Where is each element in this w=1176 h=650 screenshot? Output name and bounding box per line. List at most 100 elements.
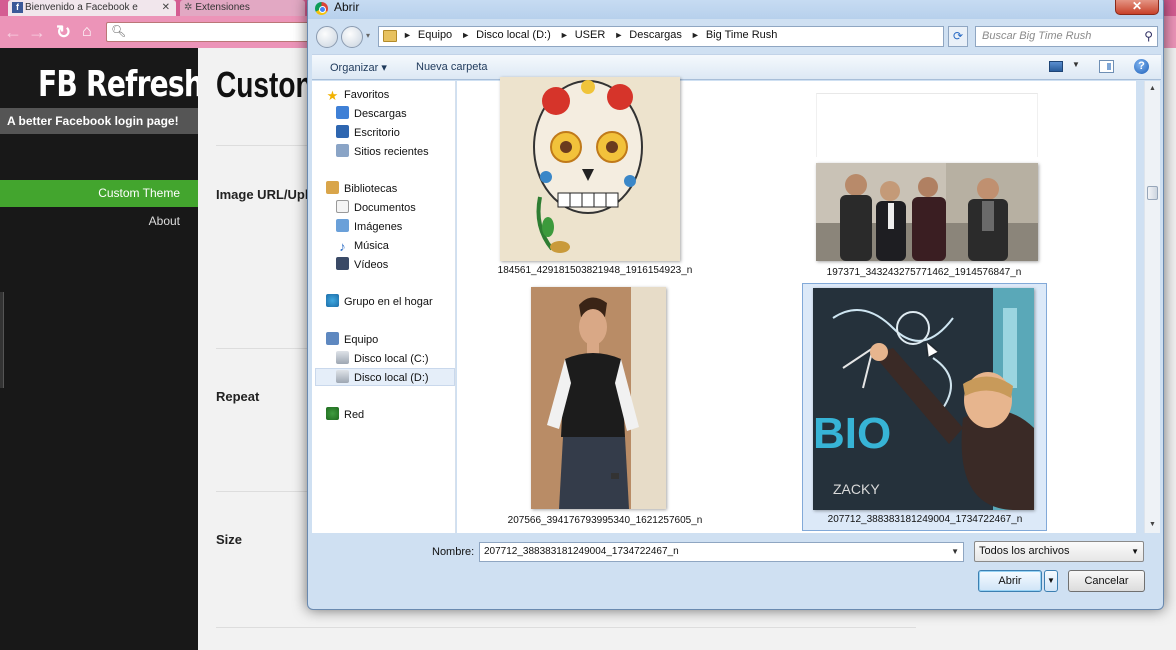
new-folder-button[interactable]: Nueva carpeta: [416, 61, 488, 73]
options-sidebar: FB Refresh A better Facebook login page!…: [0, 48, 204, 650]
nav-disco-c[interactable]: Disco local (C:): [336, 350, 429, 368]
chevron-right-icon[interactable]: ►: [560, 30, 569, 40]
recent-locations-icon[interactable]: ▾: [366, 31, 370, 40]
breadcrumb-descargas[interactable]: Descargas: [629, 29, 682, 41]
scroll-up-icon[interactable]: ▲: [1149, 85, 1156, 92]
nav-grupo-hogar[interactable]: Grupo en el hogar: [326, 293, 433, 311]
libraries-icon: [326, 181, 339, 194]
nav-bibliotecas[interactable]: Bibliotecas: [326, 180, 397, 198]
file-item[interactable]: 207566_394176793995340_1621257605_n: [487, 283, 727, 529]
chevron-down-icon[interactable]: ▼: [951, 543, 959, 561]
nav-equipo[interactable]: Equipo: [326, 331, 378, 349]
nav-escritorio[interactable]: Escritorio: [336, 124, 400, 142]
search-placeholder: Buscar Big Time Rush: [982, 30, 1092, 42]
brand-title: FB Refresh: [38, 64, 204, 105]
search-icon: 🔍︎: [111, 24, 127, 38]
nav-label: Equipo: [344, 334, 379, 346]
nav-sitios-recientes[interactable]: Sitios recientes: [336, 143, 429, 161]
nav-label: Sitios recientes: [354, 146, 429, 158]
nav-label: Vídeos: [354, 259, 389, 271]
back-arrow-icon[interactable]: ←: [4, 21, 22, 43]
breadcrumb[interactable]: ► Equipo ► Disco local (D:) ► USER ► Descarg…: [378, 26, 1009, 47]
nav-label: Red: [344, 409, 365, 421]
chevron-right-icon[interactable]: ►: [461, 30, 470, 40]
file-thumbnail: [531, 287, 666, 509]
tab-close-icon[interactable]: ✕: [162, 0, 170, 16]
svg-text:BIO: BIO: [813, 409, 891, 458]
scroll-thumb[interactable]: [1147, 186, 1158, 200]
breadcrumb-items: ► Equipo ► Disco local (D:) ► USER ► Descarg…: [403, 29, 783, 41]
file-name: 207566_394176793995340_1621257605_n: [507, 515, 703, 526]
filetype-select[interactable]: Todos los archivos ▼: [974, 541, 1144, 562]
file-name: 197371_343243275771462_1914576847_n: [826, 267, 1022, 278]
tab-label: Extensiones: [195, 2, 250, 13]
nav-disco-d[interactable]: Disco local (D:): [315, 368, 455, 386]
chevron-right-icon[interactable]: ►: [403, 30, 412, 40]
nav-descargas[interactable]: Descargas: [336, 105, 407, 123]
nav-imagenes[interactable]: Imágenes: [336, 218, 402, 236]
breadcrumb-equipo[interactable]: Equipo: [418, 29, 452, 41]
svg-text:ZACKY: ZACKY: [833, 481, 880, 497]
nav-musica[interactable]: ♪ Música: [336, 237, 389, 255]
nav-label: Documentos: [354, 202, 416, 214]
nav-documentos[interactable]: Documentos: [336, 199, 416, 217]
nav-videos[interactable]: Vídeos: [336, 256, 388, 274]
sidebar-item-custom-theme[interactable]: Custom Theme: [0, 180, 198, 207]
breadcrumb-disco-d[interactable]: Disco local (D:): [476, 29, 551, 41]
network-icon: [326, 407, 339, 420]
open-options-button[interactable]: ▼: [1044, 570, 1058, 592]
forward-button[interactable]: [341, 26, 363, 48]
sidebar-item-about[interactable]: About: [0, 208, 198, 235]
file-name: 207712_388383181249004_1734722467_n: [827, 514, 1023, 525]
preview-pane-icon[interactable]: [1099, 60, 1114, 73]
nav-red[interactable]: Red: [326, 406, 364, 424]
back-button[interactable]: [316, 26, 338, 48]
tab-facebook[interactable]: f Bienvenido a Facebook e ✕: [8, 0, 176, 16]
scroll-down-icon[interactable]: ▼: [1149, 521, 1156, 528]
nav-label: Descargas: [354, 108, 407, 120]
filename-label: Nombre:: [432, 546, 475, 558]
file-item[interactable]: 184561_429181503821948_1916154923_n: [487, 77, 727, 281]
dialog-title: Abrir: [334, 0, 360, 14]
forward-arrow-icon[interactable]: →: [28, 21, 46, 43]
chrome-icon: [315, 2, 328, 15]
thumbnail-frame: [816, 93, 1038, 157]
file-item-selected[interactable]: BIO ZACKY 207712_388383181249004_1734722…: [802, 283, 1047, 531]
command-bar: Organizar ▾ Nueva carpeta ▼ ?: [312, 54, 1161, 80]
change-view-icon[interactable]: [1049, 61, 1063, 72]
close-icon[interactable]: ✕: [1115, 0, 1159, 15]
search-input[interactable]: Buscar Big Time Rush ⚲: [975, 26, 1158, 47]
chevron-down-icon[interactable]: ▼: [1072, 60, 1080, 69]
file-list-scrollbar[interactable]: ▲ ▼: [1144, 81, 1160, 533]
filename-input[interactable]: 207712_388383181249004_1734722467_n ▼: [479, 542, 964, 562]
nav-label: Disco local (C:): [354, 353, 429, 365]
search-icon[interactable]: ⚲: [1144, 27, 1153, 46]
open-button[interactable]: Abrir: [978, 570, 1042, 592]
nav-label: Favoritos: [344, 89, 390, 101]
reload-icon[interactable]: ↻: [56, 21, 71, 43]
cancel-button[interactable]: Cancelar: [1068, 570, 1145, 592]
home-icon[interactable]: ⌂: [82, 21, 92, 43]
computer-icon: [326, 332, 339, 345]
music-icon: ♪: [339, 239, 346, 254]
field-label-image-url: Image URL/Upl: [216, 187, 309, 202]
breadcrumb-user[interactable]: USER: [575, 29, 606, 41]
field-label-size: Size: [216, 532, 243, 547]
file-thumbnail: [816, 163, 1038, 261]
nav-favoritos[interactable]: ★ Favoritos: [326, 86, 390, 104]
nav-label: Imágenes: [354, 221, 403, 233]
tab-extensions[interactable]: ✲ Extensiones: [180, 0, 305, 16]
help-icon[interactable]: ?: [1134, 59, 1149, 74]
nav-label: Disco local (D:): [354, 372, 429, 384]
organize-button[interactable]: Organizar ▾: [330, 61, 387, 74]
chevron-right-icon[interactable]: ►: [691, 30, 700, 40]
refresh-icon[interactable]: ⟳: [948, 26, 968, 47]
file-thumbnail: [500, 77, 680, 261]
address-bar[interactable]: 🔍︎: [106, 22, 316, 42]
filename-value: 207712_388383181249004_1734722467_n: [484, 546, 679, 557]
nav-label: Grupo en el hogar: [344, 296, 433, 308]
sidebar-handle: [0, 292, 4, 388]
chevron-right-icon[interactable]: ►: [614, 30, 623, 40]
field-label-repeat: Repeat: [216, 389, 260, 404]
breadcrumb-big-time-rush[interactable]: Big Time Rush: [706, 29, 778, 41]
